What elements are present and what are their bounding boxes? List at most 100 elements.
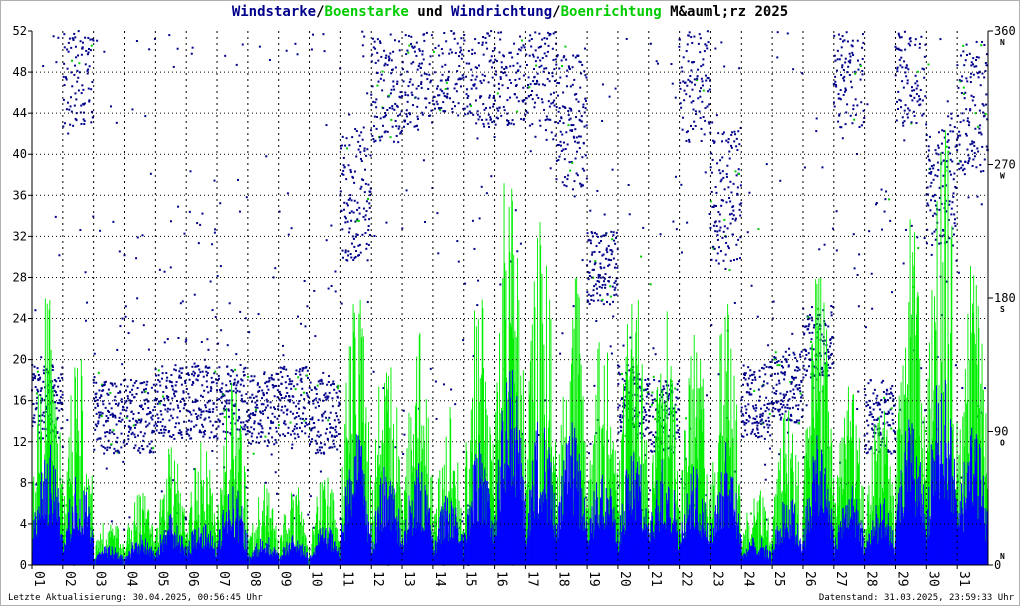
direction-point	[136, 387, 139, 390]
direction-point	[158, 380, 161, 383]
direction-point	[973, 144, 976, 147]
direction-point	[586, 291, 589, 294]
direction-point	[273, 443, 276, 446]
direction-point	[968, 52, 971, 55]
direction-point	[960, 79, 963, 82]
direction-point	[262, 403, 265, 406]
direction-point	[904, 228, 907, 231]
direction-point	[124, 305, 127, 308]
direction-point	[404, 93, 407, 96]
direction-point	[588, 302, 591, 305]
direction-point	[283, 365, 286, 368]
direction-point	[225, 390, 228, 393]
direction-point	[255, 408, 258, 411]
direction-point	[143, 388, 146, 391]
direction-point	[633, 376, 636, 379]
direction-point	[261, 397, 264, 400]
direction-point	[186, 432, 189, 435]
direction-point	[341, 228, 344, 231]
direction-point	[364, 232, 367, 235]
direction-point	[83, 122, 86, 125]
direction-point	[279, 366, 282, 369]
direction-point	[793, 376, 796, 379]
direction-point	[853, 267, 856, 270]
direction-point	[286, 408, 289, 411]
direction-point	[619, 414, 622, 417]
direction-point	[613, 288, 616, 291]
direction-point	[747, 377, 750, 380]
direction-point	[425, 73, 428, 76]
direction-point	[283, 420, 286, 423]
direction-point	[340, 302, 343, 305]
direction-point	[839, 38, 842, 41]
direction-point	[206, 372, 209, 375]
direction-point	[809, 359, 812, 362]
direction-point	[725, 241, 728, 244]
direction-point	[67, 50, 70, 53]
direction-point	[887, 412, 890, 415]
direction-point	[460, 57, 463, 60]
direction-point	[135, 392, 138, 395]
direction-point	[544, 129, 547, 132]
direction-point	[680, 66, 683, 69]
direction-point	[218, 366, 221, 369]
direction-point	[372, 138, 375, 141]
direction-point	[151, 447, 154, 450]
direction-point	[306, 423, 309, 426]
direction-point	[305, 392, 308, 395]
direction-point	[329, 446, 332, 449]
direction-point	[916, 100, 919, 103]
direction-point	[735, 174, 738, 177]
direction-point	[177, 337, 180, 340]
direction-point	[899, 64, 902, 67]
direction-point	[566, 143, 569, 146]
direction-point	[802, 364, 805, 367]
direction-point	[749, 369, 752, 372]
direction-point	[903, 60, 906, 63]
direction-point	[746, 384, 749, 387]
direction-point	[86, 53, 89, 56]
direction-point	[469, 111, 472, 114]
direction-point	[712, 224, 715, 227]
direction-point	[149, 172, 152, 175]
direction-point	[891, 418, 894, 421]
direction-point	[510, 81, 513, 84]
direction-point	[309, 495, 312, 498]
direction-point	[166, 376, 169, 379]
direction-point	[40, 387, 43, 390]
direction-point	[395, 125, 398, 128]
direction-point	[898, 48, 901, 51]
direction-point	[180, 371, 183, 374]
direction-point	[605, 247, 608, 250]
direction-point	[949, 152, 952, 155]
direction-point	[144, 387, 147, 390]
direction-point	[603, 277, 606, 280]
direction-point	[680, 183, 683, 186]
direction-point	[347, 164, 350, 167]
direction-point	[885, 393, 888, 396]
direction-point	[99, 411, 102, 414]
direction-point	[268, 58, 271, 61]
direction-point	[535, 64, 538, 67]
direction-point	[676, 388, 679, 391]
direction-point	[594, 283, 597, 286]
direction-point	[714, 186, 717, 189]
direction-point	[313, 398, 316, 401]
direction-point	[305, 365, 308, 368]
direction-point	[301, 387, 304, 390]
direction-point	[396, 114, 399, 117]
direction-point	[185, 338, 188, 341]
direction-point	[259, 419, 262, 422]
direction-point	[776, 364, 779, 367]
direction-point	[220, 387, 223, 390]
direction-point	[426, 78, 429, 81]
direction-point	[656, 62, 659, 65]
direction-point	[907, 107, 910, 110]
direction-point	[492, 94, 495, 97]
direction-point	[590, 298, 593, 301]
direction-point	[939, 38, 942, 41]
direction-point	[258, 45, 261, 48]
direction-point	[106, 446, 109, 449]
direction-point	[225, 384, 228, 387]
direction-point	[755, 406, 758, 409]
